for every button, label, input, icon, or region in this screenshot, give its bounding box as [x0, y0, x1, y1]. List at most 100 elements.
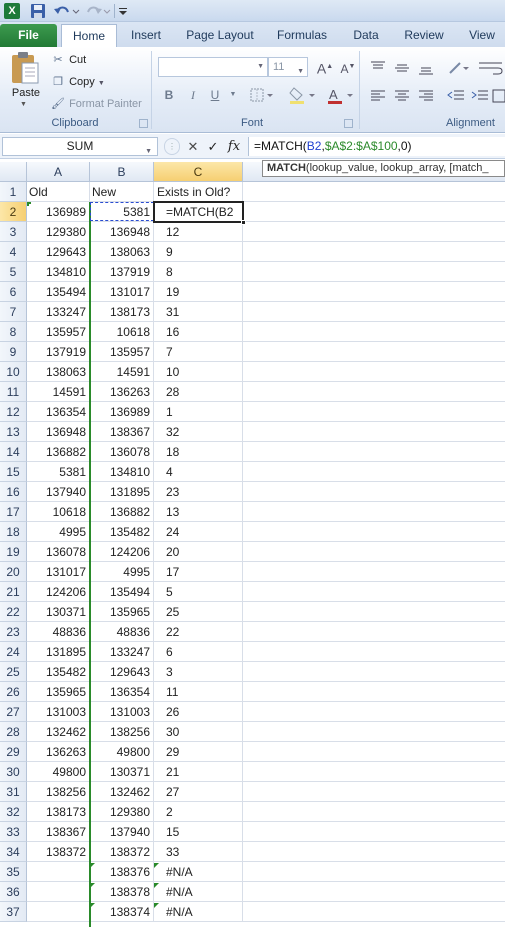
cell-empty[interactable] — [243, 202, 505, 222]
cell-a[interactable]: 138256 — [27, 782, 90, 802]
tab-formulas[interactable]: Formulas — [270, 24, 334, 47]
cell-empty[interactable] — [243, 482, 505, 502]
cell-b[interactable]: 135494 — [90, 582, 154, 602]
column-header-b[interactable]: B — [90, 162, 154, 182]
row-header[interactable]: 16 — [0, 482, 27, 502]
cell-c[interactable]: 13 — [154, 502, 243, 522]
cell-c[interactable]: 19 — [154, 282, 243, 302]
cell-empty[interactable] — [243, 442, 505, 462]
align-center-icon[interactable] — [392, 87, 412, 105]
cancel-icon[interactable]: ✕ — [186, 137, 200, 156]
cell-empty[interactable] — [243, 562, 505, 582]
cell-c[interactable]: 25 — [154, 602, 243, 622]
row-header[interactable]: 1 — [0, 182, 27, 202]
cell-empty[interactable] — [243, 302, 505, 322]
cell-c[interactable]: 2 — [154, 802, 243, 822]
cell-b[interactable]: 138372 — [90, 842, 154, 862]
cell-a[interactable]: 132462 — [27, 722, 90, 742]
row-header[interactable]: 18 — [0, 522, 27, 542]
cell-c[interactable]: 9 — [154, 242, 243, 262]
cell-c[interactable]: 1 — [154, 402, 243, 422]
font-color-icon[interactable]: A — [326, 85, 356, 105]
row-header[interactable]: 29 — [0, 742, 27, 762]
cell-a[interactable]: 138367 — [27, 822, 90, 842]
formula-bar-resize-icon[interactable]: ⋮ — [164, 138, 180, 155]
row-header[interactable]: 25 — [0, 662, 27, 682]
fill-color-icon[interactable] — [288, 85, 318, 105]
cell-empty[interactable] — [243, 542, 505, 562]
row-header[interactable]: 17 — [0, 502, 27, 522]
row-header[interactable]: 27 — [0, 702, 27, 722]
cell-a[interactable]: 135957 — [27, 322, 90, 342]
cell-empty[interactable] — [243, 622, 505, 642]
cell-empty[interactable] — [243, 422, 505, 442]
cell-c[interactable]: 5 — [154, 582, 243, 602]
cell-c[interactable]: 23 — [154, 482, 243, 502]
cell-c[interactable]: 21 — [154, 762, 243, 782]
cell-c[interactable]: 11 — [154, 682, 243, 702]
cell-empty[interactable] — [243, 362, 505, 382]
excel-x-icon[interactable]: X — [4, 3, 20, 19]
cell-b[interactable]: 136263 — [90, 382, 154, 402]
row-header[interactable]: 20 — [0, 562, 27, 582]
tab-page-layout[interactable]: Page Layout — [178, 24, 262, 47]
cell-a[interactable]: 136989 — [27, 202, 90, 222]
cell-b[interactable]: 135482 — [90, 522, 154, 542]
cell-a1[interactable]: Old — [27, 182, 90, 202]
cell-b[interactable]: 129643 — [90, 662, 154, 682]
row-header[interactable]: 8 — [0, 322, 27, 342]
row-header[interactable]: 33 — [0, 822, 27, 842]
cell-c[interactable]: 12 — [154, 222, 243, 242]
cell-c[interactable]: 30 — [154, 722, 243, 742]
cell-c[interactable]: 16 — [154, 322, 243, 342]
cell-a[interactable]: 131895 — [27, 642, 90, 662]
cell-b[interactable]: 124206 — [90, 542, 154, 562]
cell-c[interactable]: 3 — [154, 662, 243, 682]
tab-insert[interactable]: Insert — [122, 24, 170, 47]
row-header[interactable]: 12 — [0, 402, 27, 422]
cell-c1[interactable]: Exists in Old? — [154, 182, 243, 202]
cell-a[interactable]: 4995 — [27, 522, 90, 542]
cell-b[interactable]: 10618 — [90, 322, 154, 342]
cell-a[interactable] — [27, 902, 90, 922]
cell-b[interactable]: 136078 — [90, 442, 154, 462]
cell-empty[interactable] — [243, 902, 505, 922]
grow-font-icon[interactable]: A▲ — [314, 57, 336, 77]
row-header[interactable]: 22 — [0, 602, 27, 622]
row-header[interactable]: 4 — [0, 242, 27, 262]
row-header[interactable]: 11 — [0, 382, 27, 402]
clipboard-launcher-icon[interactable] — [139, 119, 148, 128]
cell-a[interactable] — [27, 862, 90, 882]
cell-b[interactable]: 133247 — [90, 642, 154, 662]
cell-empty[interactable] — [243, 602, 505, 622]
cell-a[interactable]: 135482 — [27, 662, 90, 682]
tab-review[interactable]: Review — [396, 24, 452, 47]
cell-b[interactable]: 137919 — [90, 262, 154, 282]
bold-button[interactable]: B — [160, 85, 178, 105]
align-right-icon[interactable] — [416, 87, 436, 105]
cell-c[interactable]: #N/A — [154, 882, 243, 902]
cell-c[interactable]: 17 — [154, 562, 243, 582]
cell-b[interactable]: 135957 — [90, 342, 154, 362]
font-size-combobox[interactable]: 11 ▼ — [268, 57, 308, 77]
cell-c[interactable]: 24 — [154, 522, 243, 542]
cell-empty[interactable] — [243, 242, 505, 262]
cell-empty[interactable] — [243, 522, 505, 542]
cell-empty[interactable] — [243, 322, 505, 342]
row-header[interactable]: 2 — [0, 202, 27, 222]
row-header[interactable]: 6 — [0, 282, 27, 302]
cell-c[interactable]: #N/A — [154, 902, 243, 922]
cell-a[interactable]: 136948 — [27, 422, 90, 442]
error-indicator-icon[interactable] — [154, 863, 159, 868]
chevron-down-icon[interactable]: ▼ — [145, 143, 152, 160]
cell-c[interactable]: 15 — [154, 822, 243, 842]
cell-empty[interactable] — [243, 642, 505, 662]
cell-a[interactable]: 138063 — [27, 362, 90, 382]
cell-b[interactable]: 134810 — [90, 462, 154, 482]
cell-c[interactable]: 28 — [154, 382, 243, 402]
cell-empty[interactable] — [243, 342, 505, 362]
cell-b[interactable]: 138063 — [90, 242, 154, 262]
undo-icon[interactable] — [52, 3, 80, 19]
cell-empty[interactable] — [243, 762, 505, 782]
cell-empty[interactable] — [243, 702, 505, 722]
